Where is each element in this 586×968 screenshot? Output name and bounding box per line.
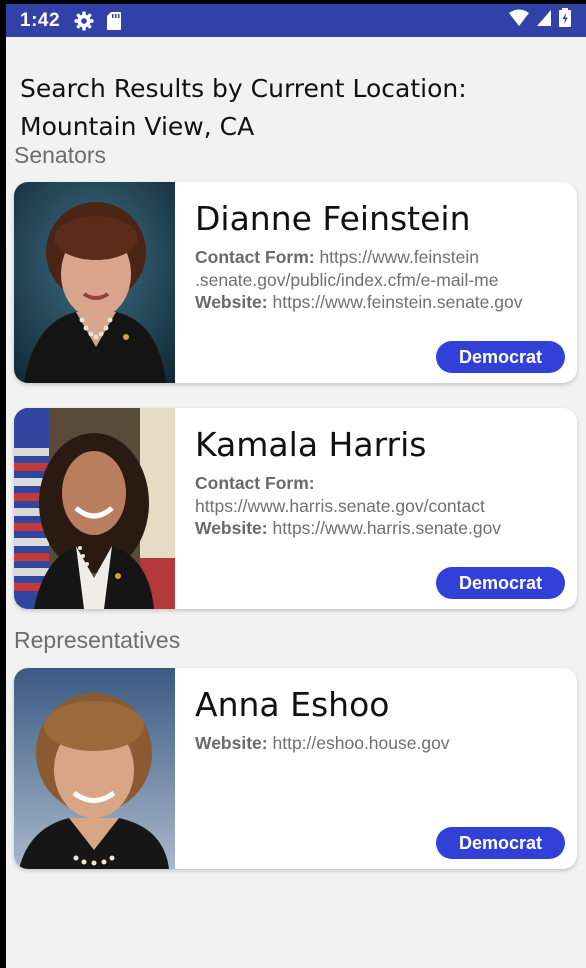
official-card-feinstein[interactable]: Dianne Feinstein Contact Form: https://w… (14, 182, 577, 383)
wifi-icon (508, 9, 530, 32)
status-time: 1:42 (20, 9, 61, 31)
page-title: Search Results by Current Location: Moun… (20, 70, 570, 146)
section-label-representatives: Representatives (14, 627, 181, 653)
page-title-line-2: Mountain View, CA (20, 112, 255, 141)
contact-form-label: Contact Form: (195, 247, 315, 267)
official-photo-eshoo (14, 668, 175, 869)
official-name: Anna Eshoo (195, 685, 390, 724)
website-link[interactable]: http://eshoo.house.gov (272, 733, 449, 753)
gear-icon (74, 11, 94, 31)
official-card-harris[interactable]: Kamala Harris Contact Form: https://www.… (14, 408, 577, 609)
signal-icon (536, 9, 552, 32)
page-title-line-1: Search Results by Current Location: (20, 74, 467, 103)
contact-form-link[interactable]: https://www.feinstein (319, 247, 479, 267)
app-screen: 1:42 Search Results by Current Location:… (6, 4, 586, 968)
party-button-democrat[interactable]: Democrat (436, 827, 565, 859)
official-info: Website: http://eshoo.house.gov (195, 732, 569, 755)
website-label: Website: (195, 733, 268, 753)
website-label: Website: (195, 292, 268, 312)
official-name: Dianne Feinstein (195, 199, 471, 238)
official-info: Contact Form: https://www.harris.senate.… (195, 472, 569, 540)
battery-icon (558, 8, 572, 33)
official-card-eshoo[interactable]: Anna Eshoo Website: http://eshoo.house.g… (14, 668, 577, 869)
website-link[interactable]: https://www.harris.senate.gov (272, 518, 501, 538)
website-label: Website: (195, 518, 268, 538)
official-name: Kamala Harris (195, 425, 427, 464)
party-button-democrat[interactable]: Democrat (436, 341, 565, 373)
sd-card-icon (106, 11, 122, 31)
party-button-democrat[interactable]: Democrat (436, 567, 565, 599)
contact-form-link-continued[interactable]: .senate.gov/public/index.cfm/e-mail-me (195, 269, 569, 292)
official-photo-feinstein (14, 182, 175, 383)
section-label-senators: Senators (14, 142, 107, 168)
contact-form-link[interactable]: https://www.harris.senate.gov/contact (195, 495, 569, 518)
website-link[interactable]: https://www.feinstein.senate.gov (272, 292, 522, 312)
official-info: Contact Form: https://www.feinstein .sen… (195, 246, 569, 314)
contact-form-label: Contact Form: (195, 473, 315, 493)
official-photo-harris (14, 408, 175, 609)
status-bar: 1:42 (6, 4, 586, 37)
